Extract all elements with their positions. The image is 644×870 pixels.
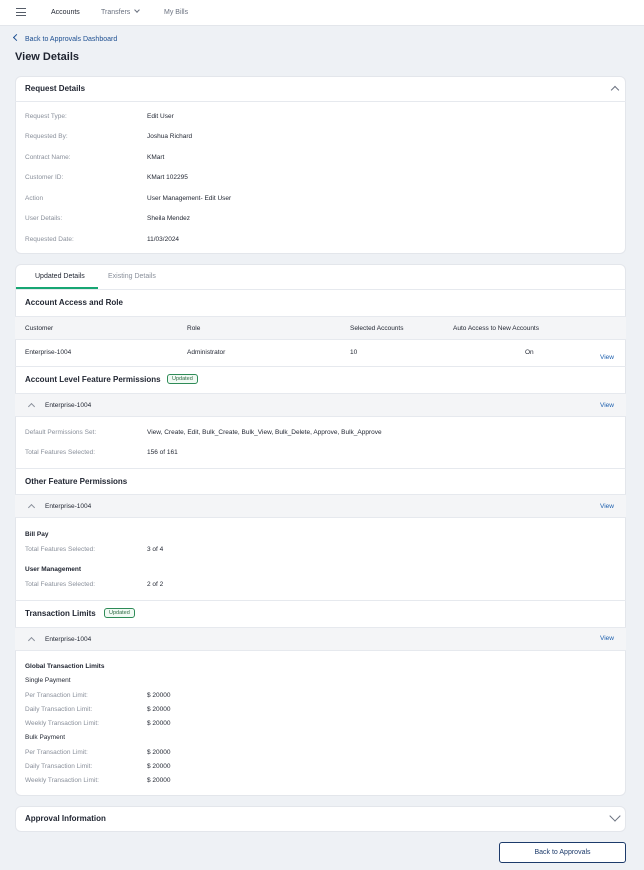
requested-date-label: Requested Date: <box>25 236 74 243</box>
default-permissions-value: View, Create, Edit, Bulk_Create, Bulk_Vi… <box>147 429 382 436</box>
transaction-limits-title: Transaction Limits <box>25 609 96 618</box>
approval-information-title: Approval Information <box>25 814 106 823</box>
group-name: Enterprise-1004 <box>45 636 92 643</box>
group-name: Enterprise-1004 <box>45 503 92 510</box>
account-access-view-link[interactable]: View <box>600 354 614 361</box>
menu-icon[interactable] <box>16 8 26 17</box>
bulk-payment-heading: Bulk Payment <box>25 734 66 741</box>
user-details-value: Sheila Mendez <box>147 215 190 222</box>
requested-by-label: Requested By: <box>25 133 68 140</box>
tab-existing-details[interactable]: Existing Details <box>108 273 156 280</box>
requested-by-value: Joshua Richard <box>147 133 193 140</box>
nav-my-bills[interactable]: My Bills <box>164 9 188 16</box>
divider <box>15 366 626 367</box>
single-weekly-value: $ 20000 <box>147 720 171 727</box>
nav-transfers-label: Transfers <box>101 9 131 16</box>
account-level-view-link[interactable]: View <box>600 402 614 409</box>
action-label: Action <box>25 195 44 202</box>
single-payment-heading: Single Payment <box>25 677 71 684</box>
header-selected-accounts: Selected Accounts <box>350 325 404 332</box>
row-role: Administrator <box>187 349 226 356</box>
row-auto-access: On <box>525 349 534 356</box>
chevron-up-icon <box>27 636 36 645</box>
approval-information-card[interactable] <box>15 806 626 832</box>
page-title: View Details <box>15 51 79 63</box>
divider <box>15 468 626 469</box>
customer-id-label: Customer ID: <box>25 174 64 181</box>
bulk-daily-label: Daily Transaction Limit: <box>25 763 93 770</box>
row-customer: Enterprise-1004 <box>25 349 72 356</box>
other-feature-view-link[interactable]: View <box>600 503 614 510</box>
contract-name-label: Contract Name: <box>25 154 71 161</box>
bulk-weekly-label: Weekly Transaction Limit: <box>25 777 99 784</box>
chevron-up-icon <box>27 402 36 411</box>
group-name: Enterprise-1004 <box>45 402 92 409</box>
chevron-down-icon <box>134 7 141 13</box>
account-access-table-header: Customer Role Selected Accounts Auto Acc… <box>15 316 626 340</box>
bill-pay-total-value: 3 of 4 <box>147 546 164 553</box>
chevron-up-icon <box>27 503 36 512</box>
customer-id-value: KMart 102295 <box>147 174 188 181</box>
action-value: User Management- Edit User <box>147 195 232 202</box>
total-features-value: 156 of 161 <box>147 449 178 456</box>
user-management-total-value: 2 of 2 <box>147 581 164 588</box>
account-level-group[interactable]: Enterprise-1004 <box>15 393 626 417</box>
bill-pay-heading: Bill Pay <box>25 531 49 538</box>
header-customer: Customer <box>25 325 54 332</box>
bulk-weekly-value: $ 20000 <box>147 777 171 784</box>
request-type-value: Edit User <box>147 113 174 120</box>
bulk-per-transaction-label: Per Transaction Limit: <box>25 749 88 756</box>
updated-badge: Updated <box>104 608 135 618</box>
total-features-label: Total Features Selected: <box>25 449 96 456</box>
transaction-limits-group[interactable]: Enterprise-1004 <box>15 627 626 651</box>
other-feature-title: Other Feature Permissions <box>25 477 128 486</box>
single-daily-label: Daily Transaction Limit: <box>25 706 93 713</box>
updated-badge: Updated <box>167 374 198 384</box>
default-permissions-label: Default Permissions Set: <box>25 429 97 436</box>
bulk-per-transaction-value: $ 20000 <box>147 749 171 756</box>
account-access-title: Account Access and Role <box>25 298 123 307</box>
top-navigation-bar: Accounts Transfers My Bills <box>0 0 644 26</box>
global-limits-heading: Global Transaction Limits <box>25 663 105 670</box>
single-daily-value: $ 20000 <box>147 706 171 713</box>
request-type-label: Request Type: <box>25 113 67 120</box>
nav-accounts[interactable]: Accounts <box>51 9 80 16</box>
user-details-label: User Details: <box>25 215 63 222</box>
row-selected-accounts: 10 <box>350 349 358 356</box>
back-to-dashboard-link[interactable]: Back to Approvals Dashboard <box>12 33 118 43</box>
account-level-title: Account Level Feature Permissions <box>25 375 161 384</box>
single-weekly-label: Weekly Transaction Limit: <box>25 720 99 727</box>
single-per-transaction-value: $ 20000 <box>147 692 171 699</box>
back-to-approvals-button[interactable]: Back to Approvals <box>499 842 626 863</box>
other-feature-group[interactable]: Enterprise-1004 <box>15 494 626 518</box>
request-details-card <box>15 76 626 254</box>
bulk-daily-value: $ 20000 <box>147 763 171 770</box>
divider <box>15 289 626 290</box>
single-per-transaction-label: Per Transaction Limit: <box>25 692 88 699</box>
back-link-label: Back to Approvals Dashboard <box>25 36 118 43</box>
nav-transfers[interactable]: Transfers <box>101 7 141 16</box>
transaction-limits-view-link[interactable]: View <box>600 635 614 642</box>
tab-updated-details[interactable]: Updated Details <box>35 273 85 280</box>
details-card <box>15 264 626 796</box>
divider <box>15 600 626 601</box>
request-details-title: Request Details <box>25 84 86 93</box>
contract-name-value: KMart <box>147 154 165 161</box>
header-auto-access: Auto Access to New Accounts <box>453 325 539 332</box>
user-management-heading: User Management <box>25 566 81 573</box>
bill-pay-total-label: Total Features Selected: <box>25 546 96 553</box>
chevron-left-icon <box>12 33 21 42</box>
header-role: Role <box>187 325 201 332</box>
divider <box>15 101 626 102</box>
user-management-total-label: Total Features Selected: <box>25 581 96 588</box>
requested-date-value: 11/03/2024 <box>147 236 180 243</box>
